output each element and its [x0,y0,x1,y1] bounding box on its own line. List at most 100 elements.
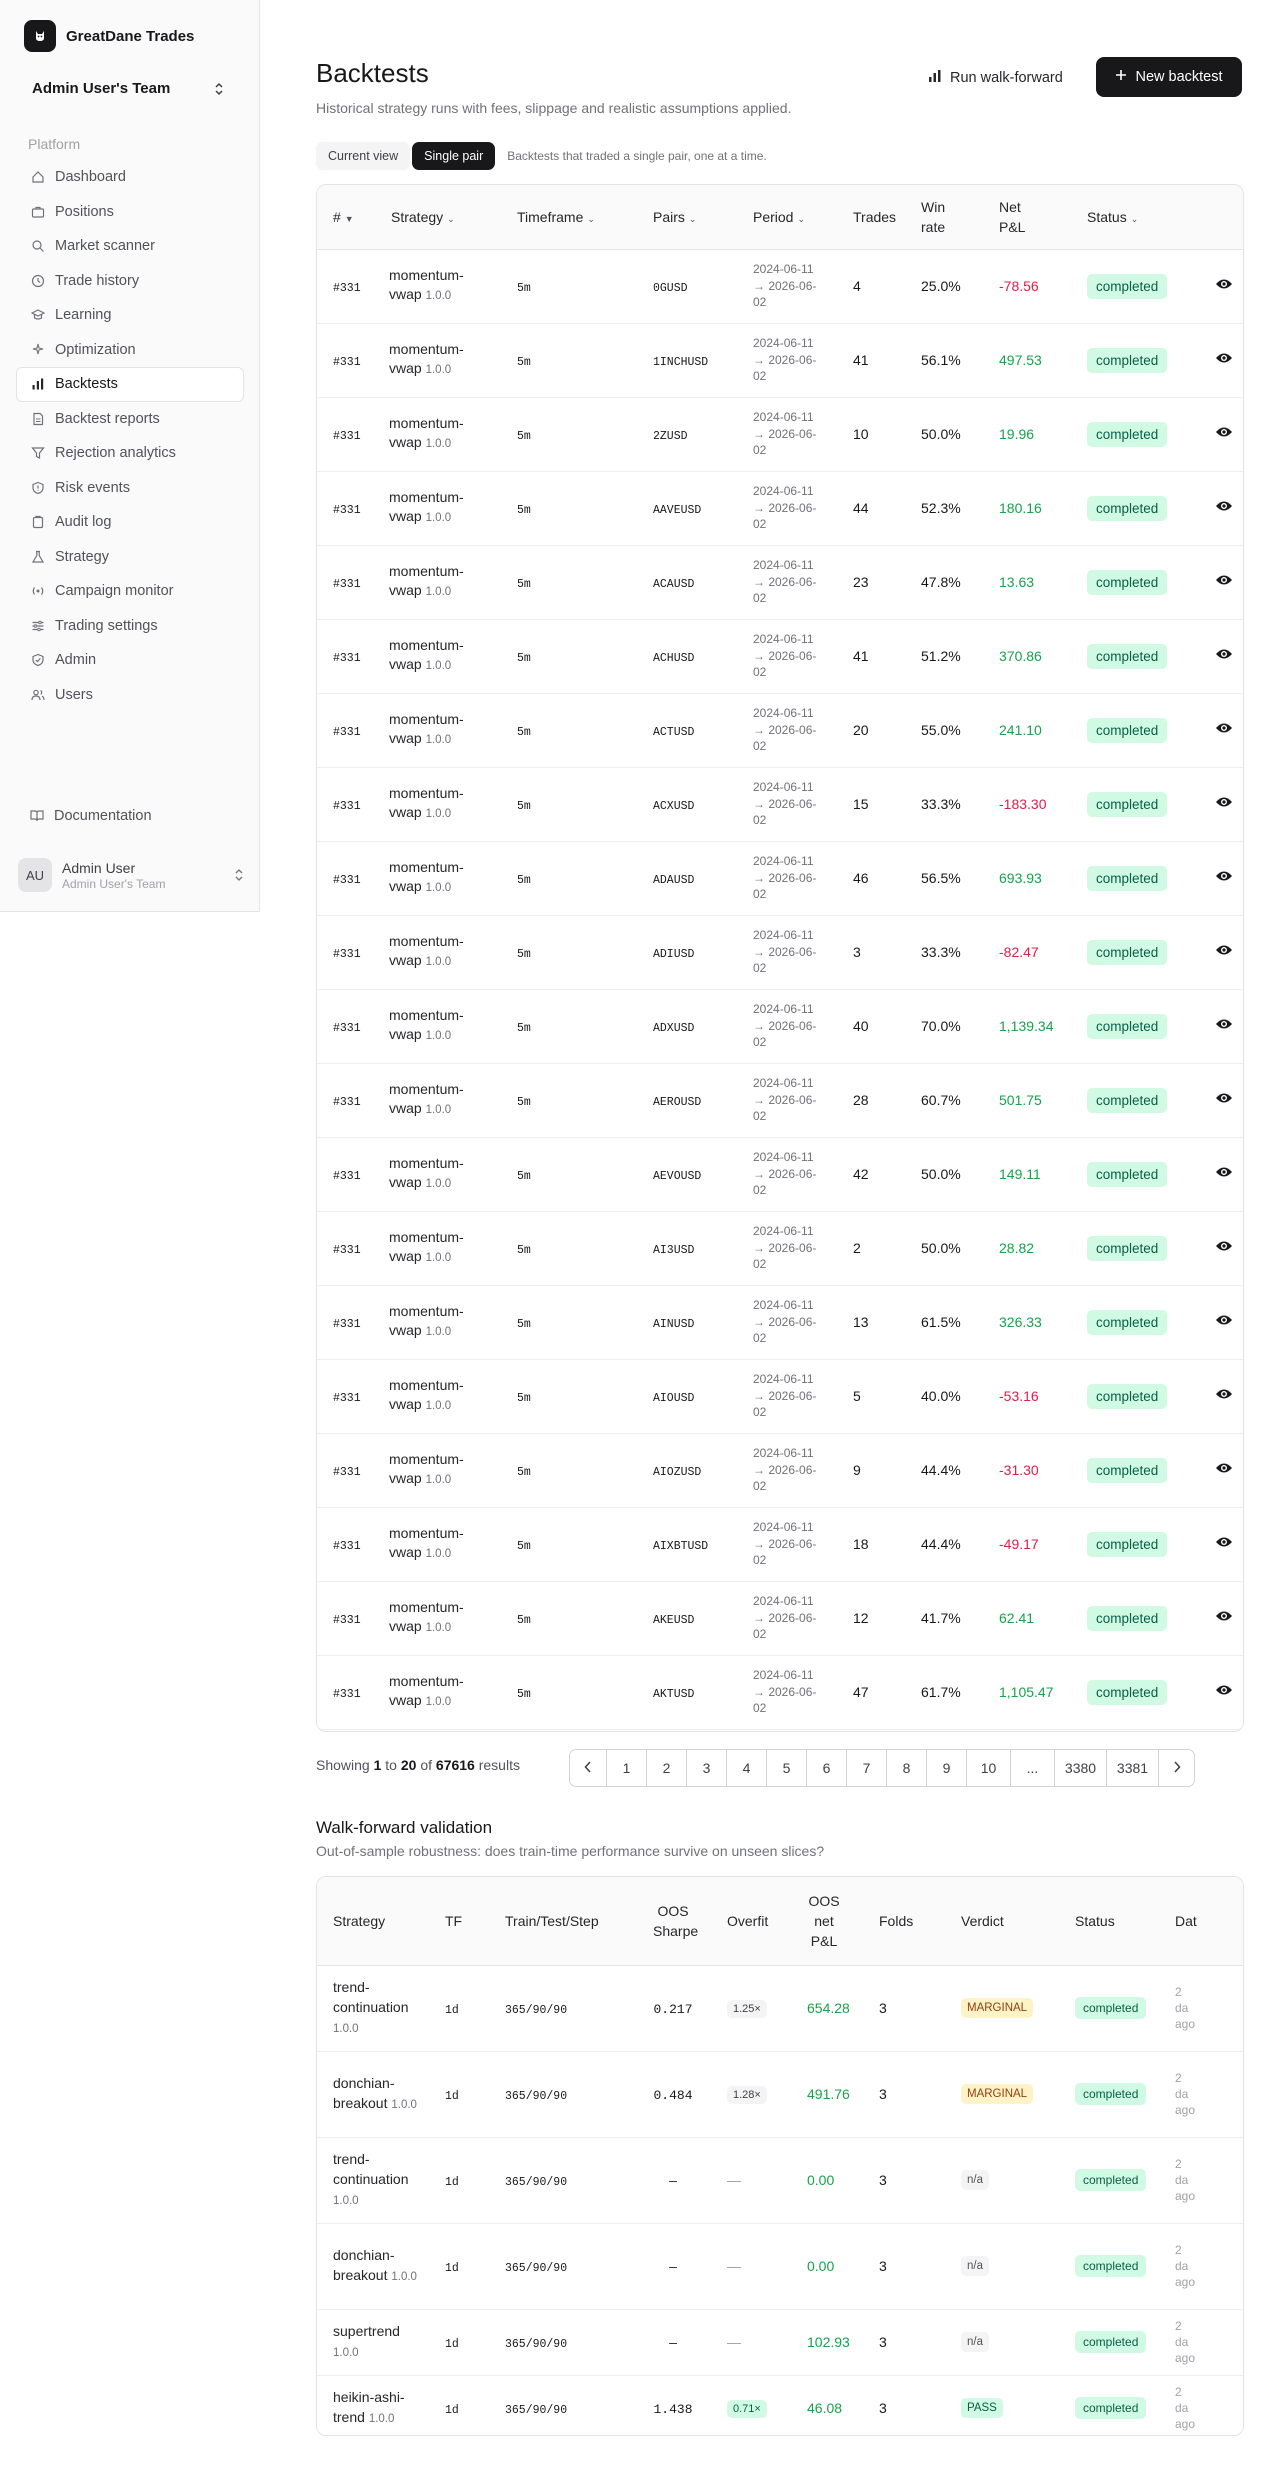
sidebar-item-rejection-analytics[interactable]: Rejection analytics [16,436,244,471]
sidebar-item-audit-log[interactable]: Audit log [16,505,244,540]
table-row[interactable]: #331 momentum-vwap 1.0.0 5m AEVOUSD 2024-06-… [317,1137,1243,1212]
page-button[interactable]: 3381 [1106,1750,1158,1786]
page-button[interactable]: 3 [686,1750,726,1786]
table-row[interactable]: #331 momentum-vwap 1.0.0 5m AIOZUSD 2024-06-… [317,1433,1243,1508]
sidebar-item-trade-history[interactable]: Trade history [16,264,244,299]
new-backtest-button[interactable]: New backtest [1096,57,1242,97]
page-button[interactable]: 5 [766,1750,806,1786]
eye-icon[interactable] [1215,278,1233,295]
table-row[interactable]: #331 momentum-vwap 1.0.0 5m AKTUSD 2024-06-1… [317,1655,1243,1730]
folds-count: 3 [879,2086,887,2102]
next-page-button[interactable] [1158,1750,1194,1786]
table-header-row: Strategy TF Train/Test/Step OOS Sharpe O… [317,1877,1243,1966]
table-row[interactable]: #331 momentum-vwap 1.0.0 5m 0GUSD 2024-06-11… [317,249,1243,324]
eye-icon[interactable] [1215,1092,1233,1109]
table-row[interactable]: #331 momentum-vwap 1.0.0 5m ADIUSD 2024-06-1… [317,915,1243,990]
sidebar-item-risk-events[interactable]: Risk events [16,471,244,506]
page-button[interactable]: 3380 [1054,1750,1106,1786]
col-pairs[interactable]: Pairs ⌄ [635,185,731,250]
table-row[interactable]: #331 momentum-vwap 1.0.0 5m ACXUSD 2024-06-1… [317,767,1243,842]
page-button[interactable]: 8 [886,1750,926,1786]
backtest-id: #331 [333,651,361,665]
eye-icon[interactable] [1215,1314,1233,1331]
table-row[interactable]: #331 momentum-vwap 1.0.0 5m AINUSD 2024-06-1… [317,1285,1243,1360]
eye-icon[interactable] [1215,944,1233,961]
table-row[interactable]: trend-continuation 1.0.0 1d 365/90/90 0.217… [317,1965,1243,2052]
brand[interactable]: GreatDane Trades [24,20,194,52]
sidebar-item-dashboard[interactable]: Dashboard [16,160,244,195]
page-button[interactable]: 4 [726,1750,766,1786]
win-rate: 51.2% [921,648,961,664]
table-row[interactable]: donchian-breakout 1.0.0 1d 365/90/90 — — 0.00… [317,2223,1243,2310]
table-row[interactable]: #331 momentum-vwap 1.0.0 5m ACAUSD 2024-06-1… [317,545,1243,620]
table-row[interactable]: donchian-breakout 1.0.0 1d 365/90/90 0.484 1… [317,2051,1243,2138]
net-pnl: 13.63 [999,574,1035,590]
sidebar-item-optimization[interactable]: Optimization [16,333,244,368]
table-row[interactable]: #331 momentum-vwap 1.0.0 5m AKEUSD 2024-06-1… [317,1581,1243,1656]
sidebar-item-positions[interactable]: Positions [16,195,244,230]
sidebar-item-users[interactable]: Users [16,678,244,713]
eye-icon[interactable] [1215,1462,1233,1479]
home-icon [31,170,45,184]
user-team: Admin User's Team [62,876,166,891]
page-button[interactable]: 6 [806,1750,846,1786]
col-id[interactable]: # ▼ [317,185,377,250]
table-row[interactable]: #331 momentum-vwap 1.0.0 5m AIXBTUSD 2024-06… [317,1507,1243,1582]
table-row[interactable]: heikin-ashi-trend 1.0.0 1d 365/90/90 1.438 0… [317,2375,1243,2435]
col-period[interactable]: Period ⌄ [731,185,839,250]
eye-icon[interactable] [1215,352,1233,369]
eye-icon[interactable] [1215,500,1233,517]
tab-current-view[interactable]: Current view [316,142,411,170]
eye-icon[interactable] [1215,426,1233,443]
eye-icon[interactable] [1215,1610,1233,1627]
table-row[interactable]: #331 momentum-vwap 1.0.0 5m ACTUSD 2024-06-1… [317,693,1243,768]
page-button[interactable]: 9 [926,1750,966,1786]
table-row[interactable]: #331 momentum-vwap 1.0.0 5m 2ZUSD 2024-06-11… [317,397,1243,472]
col-timeframe[interactable]: Timeframe ⌄ [499,185,635,250]
table-row[interactable]: #331 momentum-vwap 1.0.0 5m ADXUSD 2024-06-1… [317,989,1243,1064]
col-strategy[interactable]: Strategy ⌄ [377,185,499,250]
prev-page-button[interactable] [570,1750,606,1786]
user-menu[interactable]: AU Admin User Admin User's Team [18,854,244,896]
tab-single-pair[interactable]: Single pair [412,142,496,170]
page-button[interactable]: 7 [846,1750,886,1786]
col-oos-net-pnl: OOS net P&L [795,1877,869,1966]
sidebar-item-market-scanner[interactable]: Market scanner [16,229,244,264]
sidebar-item-campaign-monitor[interactable]: Campaign monitor [16,574,244,609]
eye-icon[interactable] [1215,1240,1233,1257]
sidebar-item-admin[interactable]: Admin [16,643,244,678]
strategy-version: 1.0.0 [425,1326,452,1338]
eye-icon[interactable] [1215,870,1233,887]
page-button[interactable]: 2 [646,1750,686,1786]
table-row[interactable]: trend-continuation 1.0.0 1d 365/90/90 — — 0.0… [317,2137,1243,2224]
eye-icon[interactable] [1215,1018,1233,1035]
eye-icon[interactable] [1215,1166,1233,1183]
table-row[interactable]: #331 momentum-vwap 1.0.0 5m ACHUSD 2024-06-1… [317,619,1243,694]
eye-icon[interactable] [1215,796,1233,813]
table-row[interactable]: #331 momentum-vwap 1.0.0 5m AAVEUSD 2024-06-… [317,471,1243,546]
col-status[interactable]: Status ⌄ [1077,185,1205,250]
eye-icon[interactable] [1215,722,1233,739]
page-button[interactable]: 1 [606,1750,646,1786]
sidebar-item-backtest-reports[interactable]: Backtest reports [16,402,244,437]
documentation-link[interactable]: Documentation [30,808,152,824]
sidebar-item-strategy[interactable]: Strategy [16,540,244,575]
strategy-version: 1.0.0 [425,1548,452,1560]
sidebar-item-learning[interactable]: Learning [16,298,244,333]
table-row[interactable]: #331 momentum-vwap 1.0.0 5m ADAUSD 2024-06-1… [317,841,1243,916]
team-switcher[interactable]: Admin User's Team [32,80,224,97]
table-row[interactable]: #331 momentum-vwap 1.0.0 5m AI3USD 2024-06-1… [317,1211,1243,1286]
sidebar-item-trading-settings[interactable]: Trading settings [16,609,244,644]
table-row[interactable]: #331 momentum-vwap 1.0.0 5m AIOUSD 2024-06-1… [317,1359,1243,1434]
eye-icon[interactable] [1215,574,1233,591]
run-walk-forward-button[interactable]: Run walk-forward [928,64,1063,92]
eye-icon[interactable] [1215,1684,1233,1701]
table-row[interactable]: #331 momentum-vwap 1.0.0 5m AEROUSD 2024-06-… [317,1063,1243,1138]
table-row[interactable]: supertrend 1.0.0 1d 365/90/90 — — 102.93 3 n/a c… [317,2309,1243,2376]
table-row[interactable]: #331 momentum-vwap 1.0.0 5m 1INCHUSD 2024-06… [317,323,1243,398]
eye-icon[interactable] [1215,1536,1233,1553]
eye-icon[interactable] [1215,1388,1233,1405]
eye-icon[interactable] [1215,648,1233,665]
page-button[interactable]: 10 [966,1750,1010,1786]
sidebar-item-backtests[interactable]: Backtests [16,367,244,402]
